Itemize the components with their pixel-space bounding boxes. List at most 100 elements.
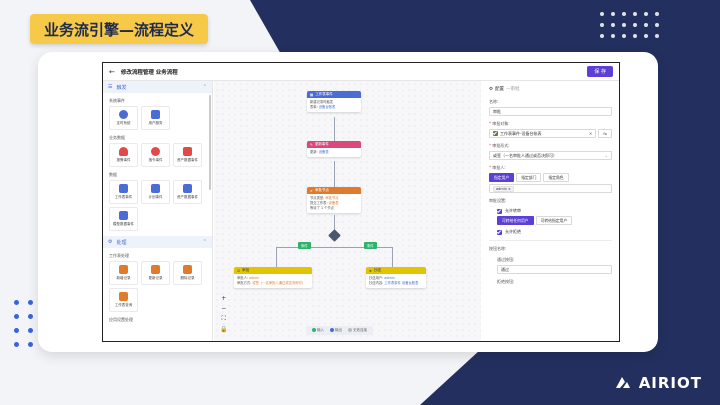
name-input[interactable]: 审批 (489, 107, 612, 116)
tile-alarm[interactable]: 报警事件 (109, 143, 138, 167)
back-arrow-icon[interactable]: ← (109, 68, 115, 76)
add-record-icon (119, 265, 128, 274)
mode-select[interactable]: 或签（一名审批人通过或否决即可） ⌄ (489, 151, 612, 160)
process-group-label: 处理 (116, 239, 127, 246)
update-record-icon (151, 265, 160, 274)
play-icon (119, 110, 128, 119)
name-label: 名称: (489, 99, 499, 104)
target-label: 审批对象: (492, 121, 510, 126)
edge (334, 161, 335, 187)
flow-node-update[interactable]: ✎ 更新事件 更新: 设备表 (307, 141, 361, 157)
tile-asset-data-event[interactable]: 资产数据事件 (173, 180, 202, 204)
pass-button-input[interactable]: 通过 (497, 265, 612, 274)
trigger-group-label: 触发 (116, 84, 127, 91)
slide-title: 业务流引擎—流程定义 (30, 14, 209, 44)
tab-specified-department[interactable]: 指定部门 (516, 173, 542, 182)
allow-transfer-checkbox[interactable]: 允许转审 (489, 208, 612, 214)
edit-icon: ✎ (310, 142, 313, 147)
flow-canvas[interactable]: ▦ 工作表事件 新建记录时触发 表单: 设备台账表 ✎ 更新事件 更新: 设备表 ✔… (214, 81, 481, 341)
tile-timer[interactable]: 定时系统 (109, 106, 138, 130)
user-icon (151, 110, 160, 119)
config-panel: ⚙ 配置 —审批 名称: 审批 * 审批对象: 工作表事件-设备台账表 ✕ fx… (482, 81, 619, 341)
cube-icon (183, 147, 192, 156)
section-system-events: 系统事件 (109, 98, 125, 103)
process-group-header[interactable]: ⚙ 处理 ⌃ (103, 236, 212, 248)
mode-label: 审批形式: (492, 143, 510, 148)
query-icon (119, 292, 128, 301)
canvas-legend: 输入 输出 无效连接 (306, 326, 373, 335)
legend-invalid: 无效连接 (348, 328, 367, 333)
tile-user-service[interactable]: 用户服务 (141, 106, 170, 130)
app-header: ← 修改流程管理 业务流程 保 存 (103, 63, 619, 81)
chevron-up-icon: ⌃ (202, 239, 207, 245)
target-select[interactable]: 工作表事件-设备台账表 ✕ (489, 129, 597, 138)
flow-node-worksheet-event[interactable]: ▦ 工作表事件 新建记录时触发 表单: 设备台账表 (307, 91, 361, 112)
chevron-up-icon: ⌃ (202, 84, 207, 90)
send-icon: ➤ (369, 268, 372, 273)
approver-select[interactable]: admin × (489, 184, 612, 193)
branch-tag-right: 条件 (364, 242, 377, 249)
node-library-panel: ☰ 触发 ⌃ 系统事件 定时系统 用户服务 业务数据 报警事件 指令事件 资产数… (103, 81, 213, 341)
transfer-any-user-button[interactable]: 可转给任何用户 (497, 216, 534, 225)
tile-command[interactable]: 指令事件 (141, 143, 170, 167)
fit-screen-icon[interactable]: ⛶ (220, 315, 227, 323)
section-business-data: 业务数据 (109, 135, 125, 140)
config-title: 配置 (495, 87, 505, 92)
zoom-out-icon[interactable]: − (220, 305, 227, 312)
process-icon: ⚙ (108, 239, 113, 245)
tile-update-record[interactable]: 更新记录 (141, 261, 170, 285)
config-subtitle: —审批 (506, 87, 520, 92)
page-title: 修改流程管理 业务流程 (120, 69, 178, 76)
save-button[interactable]: 保 存 (587, 66, 613, 77)
transfer-specified-user-button[interactable]: 可转给指定用户 (535, 216, 573, 225)
formula-button[interactable]: fx (598, 129, 612, 138)
approver-chip[interactable]: admin × (493, 185, 514, 192)
reject-button-label: 拒绝按钮: (497, 279, 515, 284)
dot-pattern-top (600, 12, 659, 38)
delete-record-icon (183, 265, 192, 274)
tab-specified-role[interactable]: 指定角色 (543, 173, 569, 182)
flow-node-approval-setup[interactable]: ✔ 审批节点 节点类型: 审批节点 提交工作表: 设备表 等待了 1 个节点 (307, 187, 361, 213)
app-window: ← 修改流程管理 业务流程 保 存 ☰ 触发 ⌃ 系统事件 定时系统 用户服务 … (102, 62, 620, 342)
settings-label: 审批设置: (489, 198, 507, 203)
clear-icon[interactable]: ✕ (589, 131, 592, 136)
tile-plan-event[interactable]: 计划事件 (141, 180, 170, 204)
branch-gateway-icon[interactable] (328, 229, 341, 242)
worksheet-icon (493, 131, 498, 136)
worksheet-icon: ▦ (310, 92, 314, 97)
section-app-settings: 应用设置处理 (109, 317, 133, 322)
zoom-in-icon[interactable]: + (220, 295, 227, 302)
list-icon: ☰ (108, 84, 113, 90)
cube-icon (183, 184, 192, 193)
lock-icon[interactable]: 🔒 (220, 326, 227, 333)
airiot-logo: AIRIOT (613, 373, 702, 393)
zoom-controls: + − ⛶ 🔒 (220, 295, 227, 333)
approval-icon: ✔ (310, 188, 313, 193)
button-name-label: 按钮名称: (489, 246, 507, 251)
grid-icon (119, 211, 128, 220)
edge (392, 247, 393, 267)
tile-worksheet-event[interactable]: 工作表事件 (109, 180, 138, 204)
tile-add-record[interactable]: 新增记录 (109, 261, 138, 285)
flow-node-cc[interactable]: ➤ 抄送 抄送用户: admin 抄送内容: 工作表事件 设备台账表 (366, 267, 426, 288)
tile-delete-record[interactable]: 删除记录 (173, 261, 202, 285)
panel-scrollbar[interactable] (209, 95, 211, 190)
flow-node-approve[interactable]: ☑ 审批 审批人: admin 审批方式: 或签（一名审批人通过或否决即可） (234, 267, 312, 288)
edge (334, 117, 335, 141)
legend-input: 输入 (312, 328, 324, 333)
legend-output: 输出 (330, 328, 342, 333)
calendar-icon (151, 184, 160, 193)
trigger-group-header[interactable]: ☰ 触发 ⌃ (103, 81, 212, 93)
tab-specified-user[interactable]: 指定用户 (489, 173, 515, 182)
allow-reject-checkbox[interactable]: 允许拒绝 (489, 229, 612, 235)
airiot-logo-icon (615, 377, 630, 388)
bell-icon (119, 147, 128, 156)
settings-icon: ⚙ (489, 86, 494, 92)
remove-icon[interactable]: × (508, 187, 511, 191)
edge (276, 247, 277, 267)
approve-icon: ☑ (237, 268, 241, 273)
pass-button-label: 通过按钮: (497, 257, 515, 262)
tile-asset-data[interactable]: 资产数据事件 (173, 143, 202, 167)
tile-model-data-event[interactable]: 模型数据事件 (109, 207, 138, 231)
tile-worksheet-query[interactable]: 工作表查询 (109, 288, 138, 312)
